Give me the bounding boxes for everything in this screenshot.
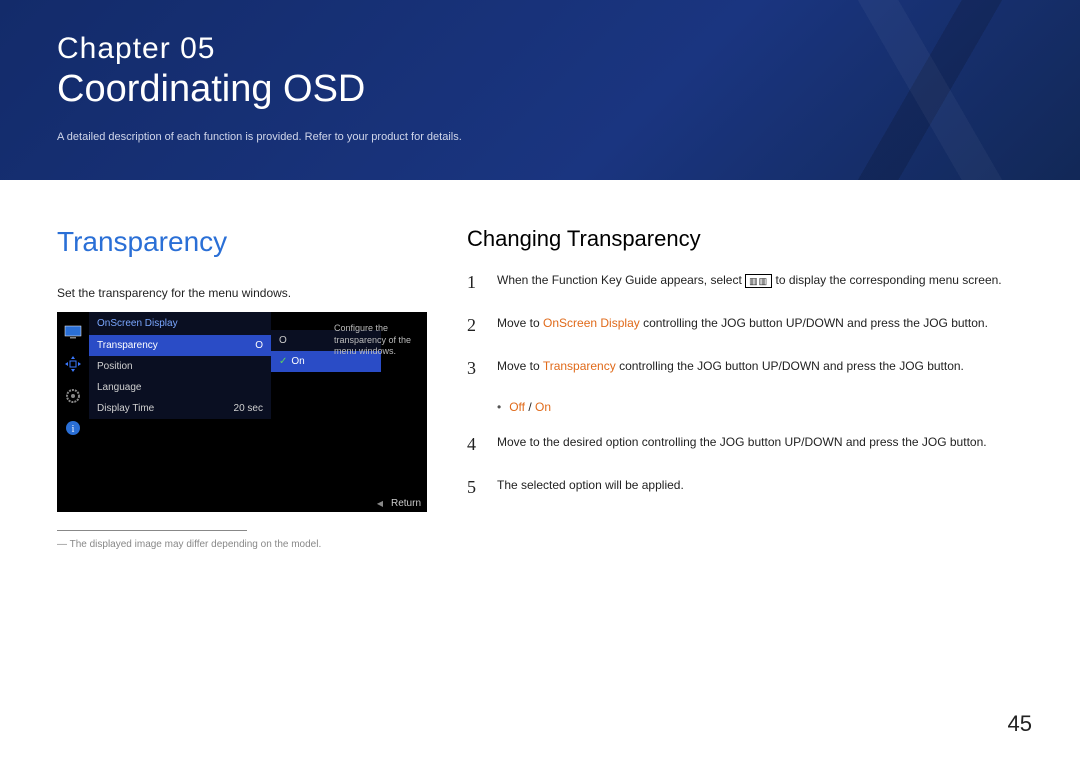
step-2: 2 Move to OnScreen Display controlling t… <box>467 313 1023 338</box>
step-number: 3 <box>467 356 481 381</box>
osd-tooltip: Conﬁgure the transparency of the menu wi… <box>331 320 423 361</box>
chapter-description: A detailed description of each function … <box>57 131 1080 143</box>
step-number: 2 <box>467 313 481 338</box>
osd-item-position[interactable]: Position <box>89 356 271 377</box>
step-4: 4 Move to the desired option controlling… <box>467 432 1023 457</box>
section-description: Set the transparency for the menu window… <box>57 286 427 300</box>
info-icon: i <box>63 418 83 438</box>
svg-text:i: i <box>72 424 75 435</box>
osd-item-display-time[interactable]: Display Time20 sec <box>89 398 271 419</box>
footnote: ― The displayed image may differ dependi… <box>57 539 427 550</box>
settings-gear-icon <box>63 386 83 406</box>
step-3: 3 Move to Transparency controlling the J… <box>467 356 1023 381</box>
chapter-title: Coordinating OSD <box>57 68 1080 111</box>
osd-menu-title: OnScreen Display <box>89 312 271 335</box>
page-content: Transparency Set the transparency for th… <box>0 180 1080 550</box>
options-line: •Off / On <box>497 400 1023 414</box>
monitor-icon <box>63 322 83 342</box>
left-column: Transparency Set the transparency for th… <box>57 226 427 550</box>
page-number: 45 <box>1008 711 1032 737</box>
link-onscreen-display: OnScreen Display <box>543 316 640 330</box>
step-number: 1 <box>467 270 481 295</box>
link-transparency: Transparency <box>543 359 616 373</box>
step-number: 4 <box>467 432 481 457</box>
osd-sidebar: i <box>57 312 89 512</box>
osd-item-language[interactable]: Language <box>89 377 271 398</box>
osd-menu: OnScreen Display TransparencyO Position … <box>89 312 271 419</box>
back-arrow-icon: ◀ <box>377 499 383 508</box>
check-icon: ✓ <box>279 356 287 367</box>
subsection-title: Changing Transparency <box>467 226 1023 252</box>
step-number: 5 <box>467 475 481 500</box>
osd-footer: ◀ Return <box>377 494 421 512</box>
right-column: Changing Transparency 1 When the Functio… <box>467 226 1023 550</box>
section-title-transparency: Transparency <box>57 226 427 258</box>
return-label[interactable]: Return <box>391 498 421 509</box>
chapter-label: Chapter 05 <box>57 32 1080 66</box>
step-1: 1 When the Function Key Guide appears, s… <box>467 270 1023 295</box>
chapter-header: Chapter 05 Coordinating OSD A detailed d… <box>0 0 1080 180</box>
menu-icon: ▥▥ <box>745 274 772 289</box>
osd-screenshot: i OnScreen Display TransparencyO Positio… <box>57 312 427 512</box>
step-5: 5 The selected option will be applied. <box>467 475 1023 500</box>
position-icon <box>63 354 83 374</box>
osd-item-transparency[interactable]: TransparencyO <box>89 335 271 356</box>
footnote-rule <box>57 530 247 531</box>
